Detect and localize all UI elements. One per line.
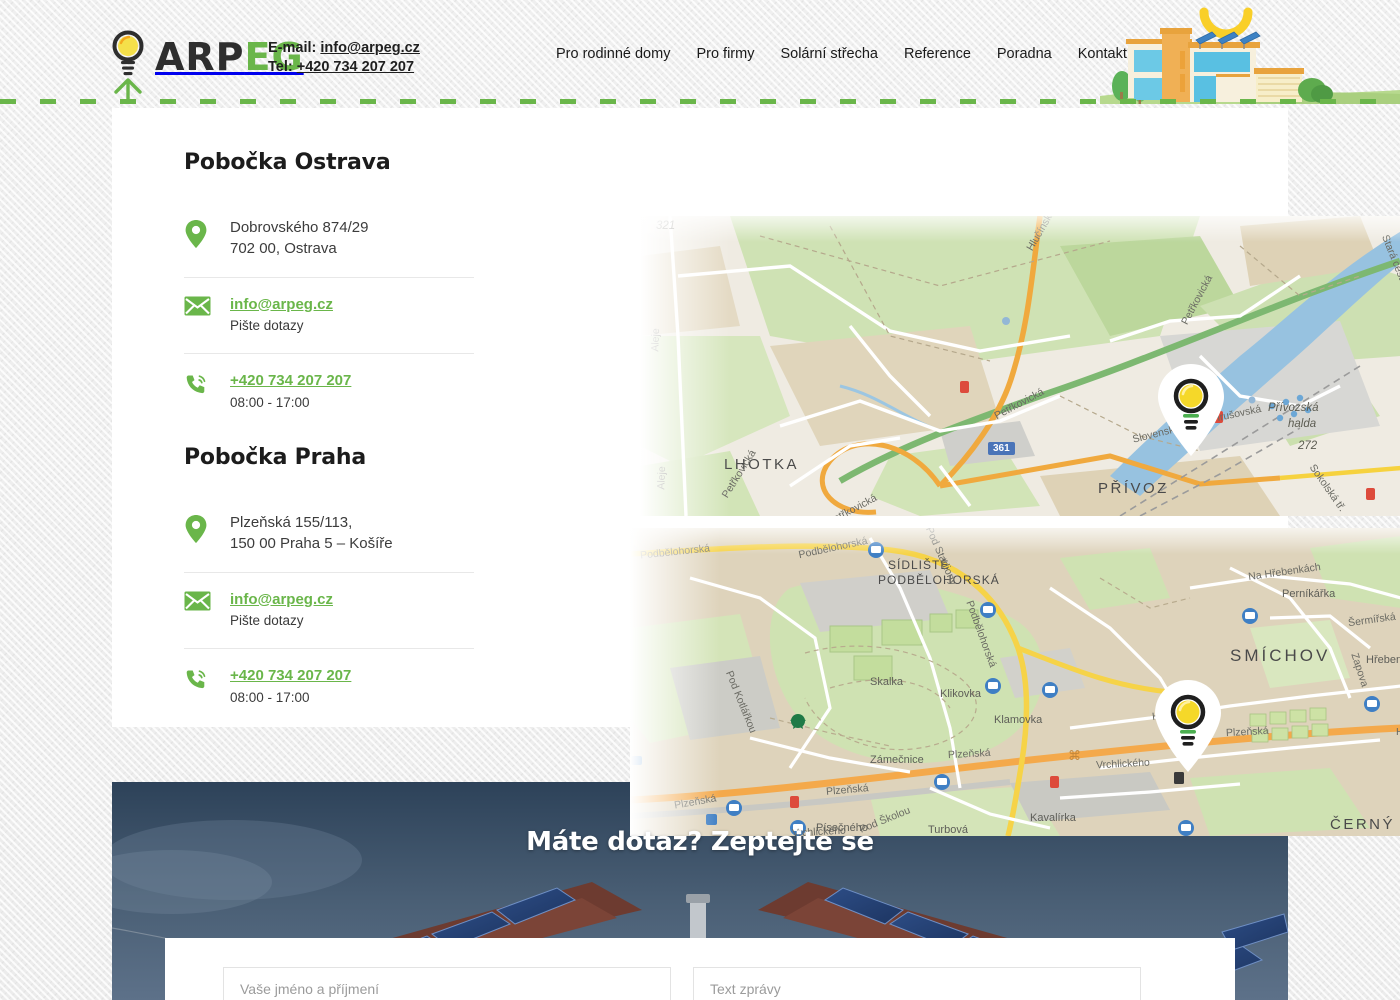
phone-icon: [184, 665, 214, 696]
map-ostrava[interactable]: LHOTKA PŘÍVOZ Petřkovická Petřkovická Pe…: [640, 216, 1400, 516]
lightbulb-arrow-logo-icon: [105, 30, 151, 103]
branch-ostrava-email-note: Pište dotazy: [230, 318, 304, 334]
site-header: ARPEG E-mail: info@arpeg.cz Tel: +420 73…: [0, 0, 1400, 104]
map-pin-icon: [184, 512, 214, 549]
branch-ostrava-address-line2: 702 00, Ostrava: [230, 240, 337, 258]
map-pin-icon: [184, 217, 214, 254]
header-email-link[interactable]: info@arpeg.cz: [320, 40, 420, 56]
contact-form: Vaše jméno a příjmení Text zprávy: [165, 938, 1235, 1000]
phone-icon: [184, 370, 214, 401]
branch-praha-email: info@arpeg.cz Pište dotazy: [184, 571, 474, 648]
envelope-icon: [184, 589, 214, 616]
branch-praha-address-line2: 150 00 Praha 5 – Košíře: [230, 535, 393, 553]
branch-praha-phone-link[interactable]: +420 734 207 207: [230, 665, 351, 687]
header-contact-info: E-mail: info@arpeg.cz Tel: +420 734 207 …: [268, 39, 420, 77]
green-dashed-divider: [0, 99, 1400, 104]
header-email-row: E-mail: info@arpeg.cz: [268, 39, 420, 58]
branch-praha-address: Plzeňská 155/113, 150 00 Praha 5 – Košíř…: [184, 496, 474, 572]
branch-praha: Pobočka Praha Plzeňská 155/113, 150 00 P…: [184, 445, 474, 724]
header-tel-label: Tel:: [268, 59, 293, 76]
branch-ostrava: Pobočka Ostrava Dobrovského 874/29 702 0…: [184, 150, 474, 429]
nav-item-pro-firmy[interactable]: Pro firmy: [696, 46, 754, 62]
house-with-solar-panels-illustration: [1028, 0, 1400, 104]
contact-card: Pobočka Ostrava Dobrovského 874/29 702 0…: [112, 108, 1400, 836]
branch-ostrava-title: Pobočka Ostrava: [184, 150, 391, 175]
branch-praha-email-link[interactable]: info@arpeg.cz: [230, 589, 333, 611]
branch-praha-phone: +420 734 207 207 08:00 - 17:00: [184, 647, 474, 724]
map-ostrava-canvas: [640, 216, 1400, 516]
logo-text-dark: ARP: [155, 35, 245, 79]
arpeg-bulb-pin-icon[interactable]: [1153, 678, 1223, 779]
nav-item-reference[interactable]: Reference: [904, 46, 971, 62]
branch-ostrava-hours: 08:00 - 17:00: [230, 394, 310, 410]
branch-ostrava-address-line1: Dobrovského 874/29: [230, 219, 369, 236]
map-praha[interactable]: ⌘ SMÍCHOV ČERNÝ SÍDLIŠTĚ PODBĚLOHORSKÁ P…: [630, 528, 1400, 836]
branch-praha-address-line1: Plzeňská 155/113,: [230, 514, 353, 531]
branch-ostrava-phone-link[interactable]: +420 734 207 207: [230, 370, 351, 392]
arpeg-bulb-pin-icon[interactable]: [1156, 362, 1226, 463]
nav-item-pro-rodinne-domy[interactable]: Pro rodinné domy: [556, 46, 670, 62]
branch-ostrava-phone: +420 734 207 207 08:00 - 17:00: [184, 352, 474, 429]
branch-praha-hours: 08:00 - 17:00: [230, 689, 310, 705]
header-tel-link[interactable]: +420 734 207 207: [297, 59, 414, 75]
header-tel-row: Tel: +420 734 207 207: [268, 58, 420, 77]
nav-item-poradna[interactable]: Poradna: [997, 46, 1052, 62]
branch-ostrava-email: info@arpeg.cz Pište dotazy: [184, 276, 474, 353]
envelope-icon: [184, 294, 214, 321]
map-praha-canvas: ⌘: [630, 528, 1400, 836]
message-input[interactable]: Text zprávy: [693, 967, 1141, 1000]
nav-item-solarni-strecha[interactable]: Solární střecha: [780, 46, 878, 62]
header-email-label: E-mail:: [268, 40, 317, 56]
branch-praha-email-note: Pište dotazy: [230, 613, 304, 629]
main-navigation: Pro rodinné domy Pro firmy Solární střec…: [556, 46, 1127, 62]
name-input[interactable]: Vaše jméno a příjmení: [223, 967, 671, 1000]
cta-title: Máte dotaz? Zeptejte se: [526, 827, 874, 857]
branch-ostrava-email-link[interactable]: info@arpeg.cz: [230, 294, 333, 316]
branch-ostrava-address: Dobrovského 874/29 702 00, Ostrava: [184, 201, 474, 277]
svg-text:⌘: ⌘: [1068, 749, 1081, 764]
branch-praha-title: Pobočka Praha: [184, 445, 367, 470]
